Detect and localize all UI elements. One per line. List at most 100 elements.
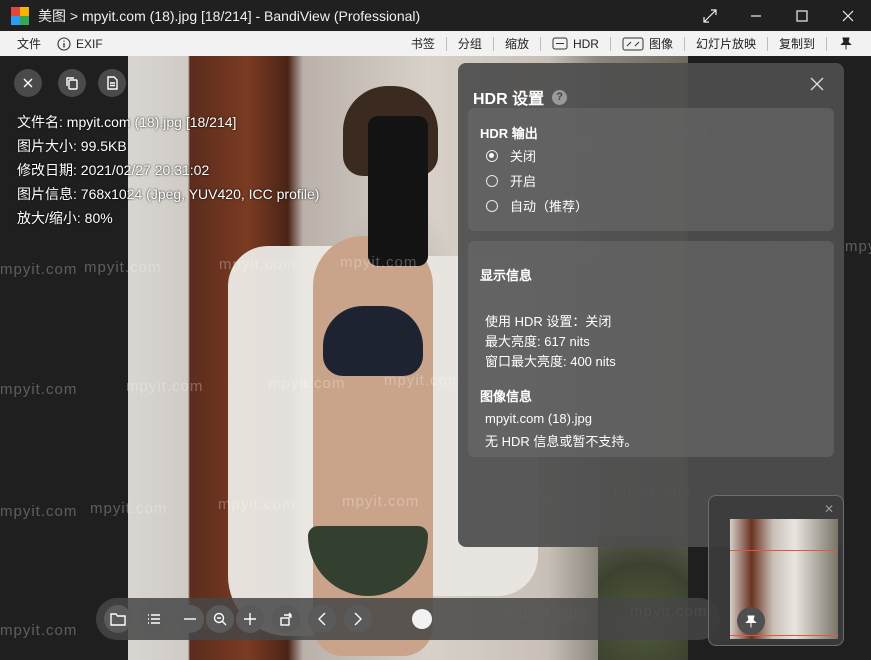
copy-icon bbox=[66, 77, 78, 90]
minimize-button[interactable] bbox=[733, 0, 779, 31]
menu-file[interactable]: 文件 bbox=[9, 31, 49, 56]
hdr-panel-title: HDR 设置 ? bbox=[473, 85, 568, 109]
file-info-button[interactable] bbox=[98, 69, 126, 97]
close-window-button[interactable] bbox=[825, 0, 871, 31]
fullscreen-button[interactable] bbox=[687, 0, 733, 31]
bottom-toolbar bbox=[96, 598, 720, 640]
watermark: mpyit.com bbox=[0, 622, 78, 639]
next-image-button[interactable] bbox=[344, 605, 372, 633]
close-info-button[interactable] bbox=[14, 69, 42, 97]
menu-slideshow[interactable]: 幻灯片放映 bbox=[688, 31, 764, 56]
document-icon bbox=[107, 76, 118, 90]
zoom-out-icon bbox=[184, 618, 196, 620]
watermark: mpyit.com bbox=[0, 381, 78, 398]
previous-image-button[interactable] bbox=[308, 605, 336, 633]
hdr-option-off[interactable]: 关闭 bbox=[486, 146, 536, 165]
hdr-support-status: 无 HDR 信息或暂不支持。 bbox=[485, 434, 638, 449]
magnifier-icon bbox=[213, 612, 227, 626]
radio-unchecked[interactable] bbox=[486, 174, 498, 187]
image-icon bbox=[622, 37, 644, 50]
open-folder-button[interactable] bbox=[104, 605, 132, 633]
navigator-pin-button[interactable] bbox=[737, 607, 765, 635]
info-icon bbox=[57, 36, 71, 51]
separator bbox=[683, 36, 685, 51]
menu-bookmark[interactable]: 书签 bbox=[403, 31, 443, 56]
pin-icon bbox=[745, 615, 757, 627]
close-icon bbox=[23, 78, 33, 88]
menu-zoom[interactable]: 缩放 bbox=[497, 31, 537, 56]
separator bbox=[766, 36, 768, 51]
hdr-output-title: HDR 输出 bbox=[480, 126, 538, 141]
window-title: 美图 > mpyit.com (18).jpg [18/214] - Bandi… bbox=[38, 7, 421, 24]
menu-bar: 文件 EXIF 书签 分组 缩放 HDR 图像 幻灯片放映 复制到 bbox=[0, 31, 871, 56]
separator bbox=[539, 36, 541, 51]
hdr-settings-panel: HDR 设置 ? HDR 输出 关闭 开启 自动（推荐） 显示信息 使用 HDR… bbox=[458, 63, 844, 547]
info-modified: 修改日期: 2021/02/27 20:31:02 bbox=[17, 162, 210, 178]
menu-image-label: 图像 bbox=[648, 37, 673, 51]
navigation-slider-handle[interactable] bbox=[412, 609, 432, 629]
radio-unchecked[interactable] bbox=[486, 199, 498, 212]
hdr-option-label: 开启 bbox=[510, 174, 537, 189]
radio-checked[interactable] bbox=[486, 149, 498, 162]
watermark: mpyit.com bbox=[0, 261, 78, 278]
separator bbox=[445, 36, 447, 51]
menu-group[interactable]: 分组 bbox=[450, 31, 490, 56]
use-hdr-setting: 使用 HDR 设置：关闭 bbox=[485, 314, 612, 329]
info-zoom: 放大/缩小: 80% bbox=[17, 210, 113, 226]
list-icon bbox=[148, 614, 160, 624]
file-list-button[interactable] bbox=[140, 605, 168, 633]
thumbnail-navigator[interactable]: ✕ bbox=[708, 495, 844, 646]
menu-exif-label: EXIF bbox=[76, 36, 103, 51]
maximize-button[interactable] bbox=[779, 0, 825, 31]
minimize-icon bbox=[751, 14, 761, 17]
rotate-icon bbox=[280, 612, 292, 626]
display-info-card: 显示信息 使用 HDR 设置：关闭 最大亮度: 617 nits 窗口最大亮度:… bbox=[468, 241, 834, 457]
menu-exif[interactable]: EXIF bbox=[49, 31, 111, 56]
window-max-brightness: 窗口最大亮度: 400 nits bbox=[485, 354, 616, 369]
hdr-icon bbox=[552, 37, 568, 50]
next-icon bbox=[354, 612, 362, 626]
image-info-title: 图像信息 bbox=[480, 389, 533, 404]
hdr-close-button[interactable] bbox=[810, 77, 826, 93]
display-info-title: 显示信息 bbox=[480, 268, 533, 283]
hdr-option-label: 关闭 bbox=[510, 149, 537, 164]
pin-icon bbox=[840, 37, 852, 50]
help-icon[interactable]: ? bbox=[552, 89, 568, 105]
prev-icon bbox=[318, 612, 326, 626]
close-icon bbox=[810, 77, 824, 91]
image-filename: mpyit.com (18).jpg bbox=[485, 411, 592, 426]
rotate-button[interactable] bbox=[272, 605, 300, 633]
watermark: mpyit.com bbox=[0, 503, 78, 520]
app-logo bbox=[11, 6, 29, 25]
hdr-option-label: 自动（推荐） bbox=[510, 199, 589, 214]
copy-info-button[interactable] bbox=[58, 69, 86, 97]
navigator-close-icon[interactable]: ✕ bbox=[824, 502, 834, 516]
image-viewer[interactable]: mpyit.com mpyit.com mpyit.com mpyit.com … bbox=[0, 56, 871, 660]
info-details: 图片信息: 768x1024 (Jpeg, YUV420, ICC profil… bbox=[17, 186, 320, 202]
menu-copy-to[interactable]: 复制到 bbox=[771, 31, 823, 56]
close-icon bbox=[842, 10, 854, 21]
hdr-title-text: HDR 设置 bbox=[473, 91, 545, 108]
separator bbox=[609, 36, 611, 51]
hdr-output-card: HDR 输出 关闭 开启 自动（推荐） bbox=[468, 108, 834, 231]
separator bbox=[826, 36, 827, 51]
max-brightness: 最大亮度: 617 nits bbox=[485, 334, 590, 349]
zoom-out-button[interactable] bbox=[176, 605, 204, 633]
menu-image[interactable]: 图像 bbox=[614, 31, 681, 56]
info-size: 图片大小: 99.5KB bbox=[17, 138, 127, 154]
image-info-overlay: 文件名: mpyit.com (18).jpg [18/214] 图片大小: 9… bbox=[17, 110, 319, 230]
menu-hdr[interactable]: HDR bbox=[544, 31, 607, 56]
menu-hdr-label: HDR bbox=[572, 36, 599, 51]
zoom-in-button[interactable] bbox=[236, 605, 264, 633]
zoom-in-icon bbox=[244, 613, 256, 625]
pin-menu-button[interactable] bbox=[830, 31, 871, 56]
maximize-icon bbox=[796, 9, 808, 22]
separator bbox=[492, 36, 494, 51]
expand-icon bbox=[703, 8, 717, 23]
title-bar: 美图 > mpyit.com (18).jpg [18/214] - Bandi… bbox=[0, 0, 871, 31]
watermark: mpyit.com bbox=[845, 238, 871, 255]
folder-icon bbox=[110, 613, 126, 626]
hdr-option-on[interactable]: 开启 bbox=[486, 171, 536, 190]
hdr-option-auto[interactable]: 自动（推荐） bbox=[486, 196, 588, 215]
zoom-fit-button[interactable] bbox=[206, 605, 234, 633]
